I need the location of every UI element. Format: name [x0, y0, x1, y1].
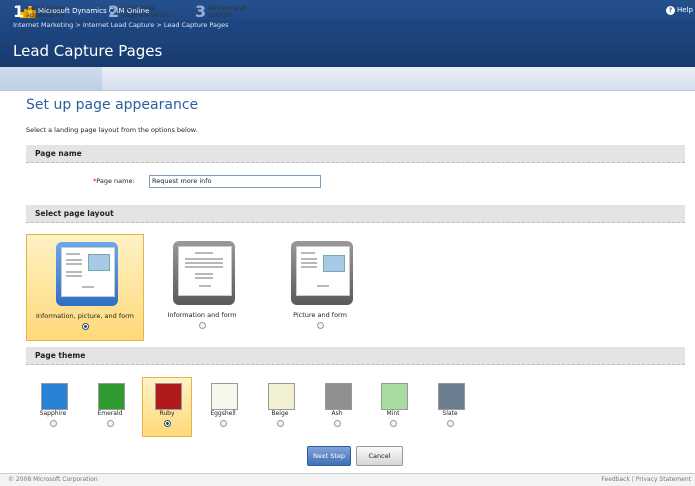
- footer-links[interactable]: Feedback | Privacy Statement: [601, 474, 691, 486]
- theme-swatch: [268, 383, 295, 410]
- theme-swatch: [41, 383, 68, 410]
- layout-label: Information, picture, and form: [35, 312, 135, 320]
- theme-option-ash[interactable]: Ash: [313, 378, 361, 436]
- copyright-text: © 2008 Microsoft Corporation: [8, 476, 98, 483]
- theme-radio[interactable]: [446, 420, 454, 427]
- theme-swatch: [155, 383, 182, 410]
- footer: © 2008 Microsoft Corporation Feedback | …: [0, 473, 695, 486]
- theme-option-mint[interactable]: Mint: [369, 378, 417, 436]
- layout-option-info-picture-form[interactable]: Information, picture, and form: [26, 234, 144, 341]
- theme-swatch: [325, 383, 352, 410]
- theme-option-beige[interactable]: Beige: [256, 378, 304, 436]
- layout-label: Information and form: [167, 311, 237, 319]
- theme-radio[interactable]: [276, 420, 284, 427]
- section-page-theme: Page theme: [26, 347, 685, 365]
- help-icon: ?: [666, 6, 676, 15]
- theme-option-ruby[interactable]: Ruby: [142, 377, 192, 437]
- page-name-input[interactable]: Request more info: [149, 175, 321, 188]
- theme-radio[interactable]: [333, 420, 341, 427]
- header-bar: Microsoft Dynamics CRM Online ? Help Inte…: [0, 0, 695, 67]
- active-step-highlight: [0, 67, 102, 90]
- page-title: Lead Capture Pages: [13, 42, 163, 60]
- theme-radio[interactable]: [163, 420, 171, 427]
- layout-option-picture-form[interactable]: Picture and form: [262, 234, 378, 339]
- layout-option-info-form[interactable]: Information and form: [144, 234, 260, 339]
- breadcrumb[interactable]: Internet Marketing > Internet Lead Captu…: [11, 20, 695, 31]
- layout-radio[interactable]: [198, 322, 206, 329]
- theme-swatch: [98, 383, 125, 410]
- wizard-steps: [0, 67, 695, 91]
- theme-option-slate[interactable]: Slate: [426, 378, 474, 436]
- intro-text: Select a landing page layout from the op…: [26, 126, 198, 134]
- section-page-layout: Select page layout: [26, 205, 685, 223]
- layout-radio[interactable]: [81, 323, 89, 330]
- theme-radio[interactable]: [219, 420, 227, 427]
- layout-radio[interactable]: [316, 322, 324, 329]
- theme-radio[interactable]: [389, 420, 397, 427]
- layout-thumbnail-icon: [173, 241, 235, 305]
- theme-option-emerald[interactable]: Emerald: [86, 378, 134, 436]
- section-page-name: Page name: [26, 145, 685, 163]
- theme-radio[interactable]: [106, 420, 114, 427]
- theme-option-eggshell[interactable]: Eggshell: [199, 378, 247, 436]
- page-name-label: *Page name:: [93, 177, 135, 185]
- layout-thumbnail-icon: [291, 241, 353, 305]
- theme-option-sapphire[interactable]: Sapphire: [29, 378, 77, 436]
- layout-thumbnail-icon: [56, 242, 118, 306]
- theme-swatch: [438, 383, 465, 410]
- theme-swatch: [211, 383, 238, 410]
- theme-swatch: [381, 383, 408, 410]
- help-link[interactable]: ? Help: [666, 6, 693, 15]
- cancel-button[interactable]: Cancel: [356, 446, 403, 466]
- step-heading: Set up page appearance: [26, 97, 199, 113]
- layout-label: Picture and form: [293, 311, 347, 319]
- theme-radio[interactable]: [49, 420, 57, 427]
- next-step-button[interactable]: Next Step: [307, 446, 351, 466]
